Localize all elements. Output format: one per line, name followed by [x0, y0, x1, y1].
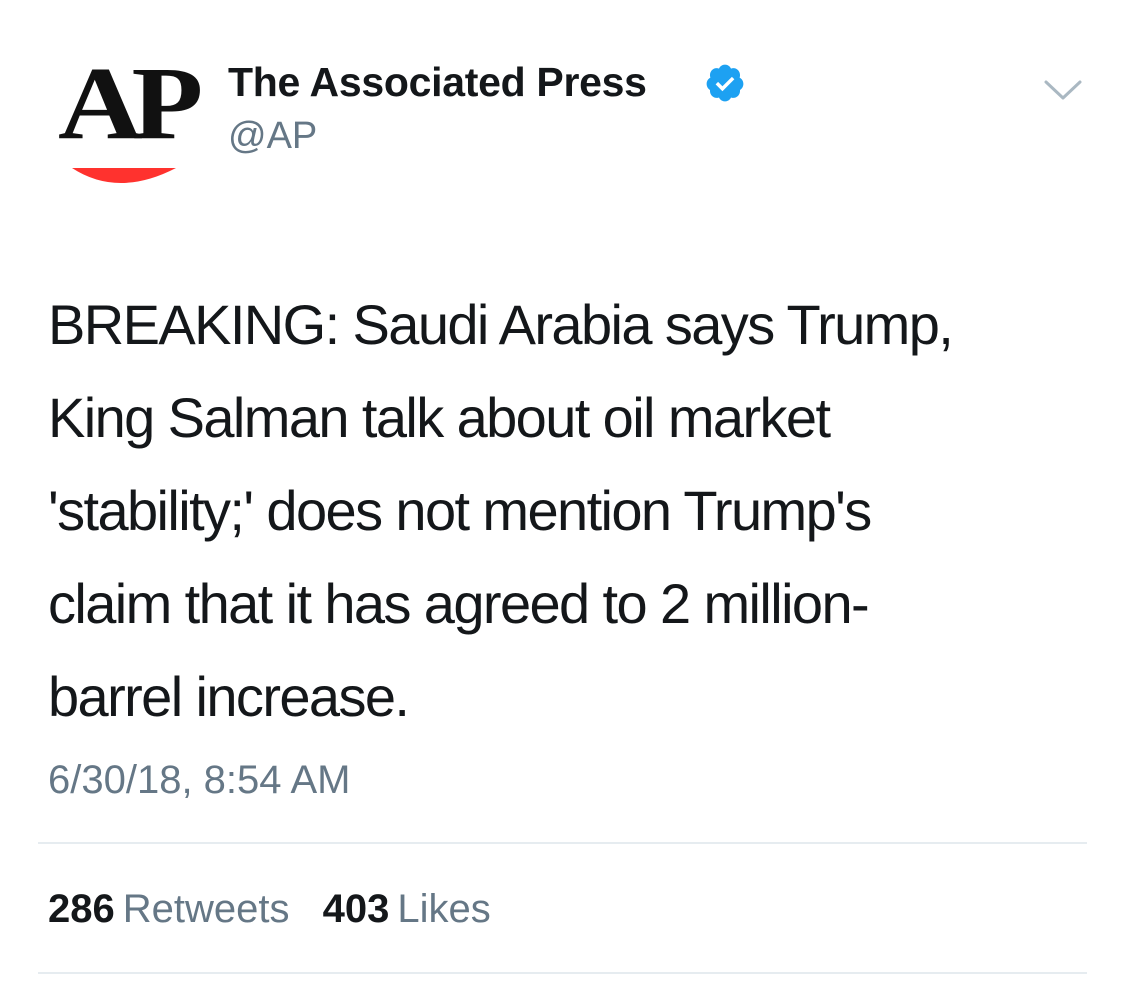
- retweets-count: 286: [48, 887, 115, 931]
- chevron-down-icon[interactable]: [1040, 74, 1086, 104]
- likes-stat[interactable]: 403 Likes: [323, 884, 491, 934]
- verified-badge-icon: [706, 64, 744, 102]
- retweets-stat[interactable]: 286 Retweets: [48, 884, 290, 934]
- divider: [38, 972, 1087, 974]
- tweet-card: AP The Associated Press @AP BREAKING: Sa…: [0, 0, 1125, 983]
- display-name[interactable]: The Associated Press: [228, 58, 647, 106]
- tweet-stats: 286 Retweets 403 Likes: [48, 884, 513, 934]
- tweet-text: BREAKING: Saudi Arabia says Trump, King …: [48, 293, 954, 728]
- avatar[interactable]: AP: [54, 52, 204, 192]
- user-handle[interactable]: @AP: [228, 113, 317, 159]
- ap-logo-text: AP: [58, 52, 200, 161]
- ap-logo-icon: AP: [58, 52, 204, 183]
- tweet-timestamp[interactable]: 6/30/18, 8:54 AM: [48, 756, 350, 804]
- retweets-label: Retweets: [122, 887, 290, 931]
- likes-label: Likes: [397, 887, 491, 931]
- likes-count: 403: [322, 887, 390, 931]
- divider: [38, 842, 1087, 844]
- ap-logo-swoosh: [72, 168, 176, 183]
